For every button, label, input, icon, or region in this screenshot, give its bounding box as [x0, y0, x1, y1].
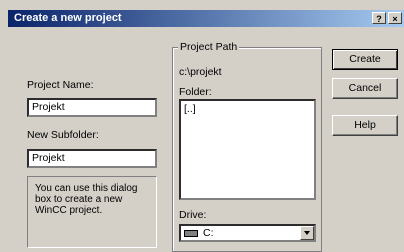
- cancel-button[interactable]: Cancel: [332, 78, 398, 99]
- folder-label: Folder:: [179, 86, 212, 98]
- folder-list-item[interactable]: [..]: [184, 103, 311, 115]
- new-subfolder-input[interactable]: Projekt: [27, 149, 157, 168]
- drive-icon: [184, 230, 198, 237]
- drive-select[interactable]: C:: [179, 224, 316, 242]
- help-button[interactable]: Help: [332, 115, 398, 136]
- chevron-down-icon: [304, 231, 310, 235]
- project-name-label: Project Name:: [27, 79, 94, 91]
- drive-label: Drive:: [179, 209, 207, 221]
- new-subfolder-label: New Subfolder:: [27, 129, 99, 141]
- title-bar: Create a new project ? ×: [8, 10, 404, 27]
- folder-listbox[interactable]: [..]: [179, 99, 316, 200]
- info-text: You can use this dialog box to create a …: [35, 183, 138, 216]
- current-path: c:\projekt: [179, 66, 222, 78]
- drive-dropdown-button[interactable]: [300, 226, 314, 240]
- help-title-button[interactable]: ?: [372, 12, 386, 24]
- drive-value: C:: [203, 227, 214, 239]
- info-box: You can use this dialog box to create a …: [27, 176, 157, 248]
- close-button[interactable]: ×: [388, 12, 402, 24]
- create-project-dialog: Create a new project ? × Project Name: P…: [0, 0, 404, 252]
- project-path-group-title: Project Path: [178, 41, 240, 53]
- project-name-input[interactable]: Projekt: [27, 98, 157, 117]
- create-button[interactable]: Create: [332, 49, 398, 70]
- dialog-title: Create a new project: [14, 12, 122, 24]
